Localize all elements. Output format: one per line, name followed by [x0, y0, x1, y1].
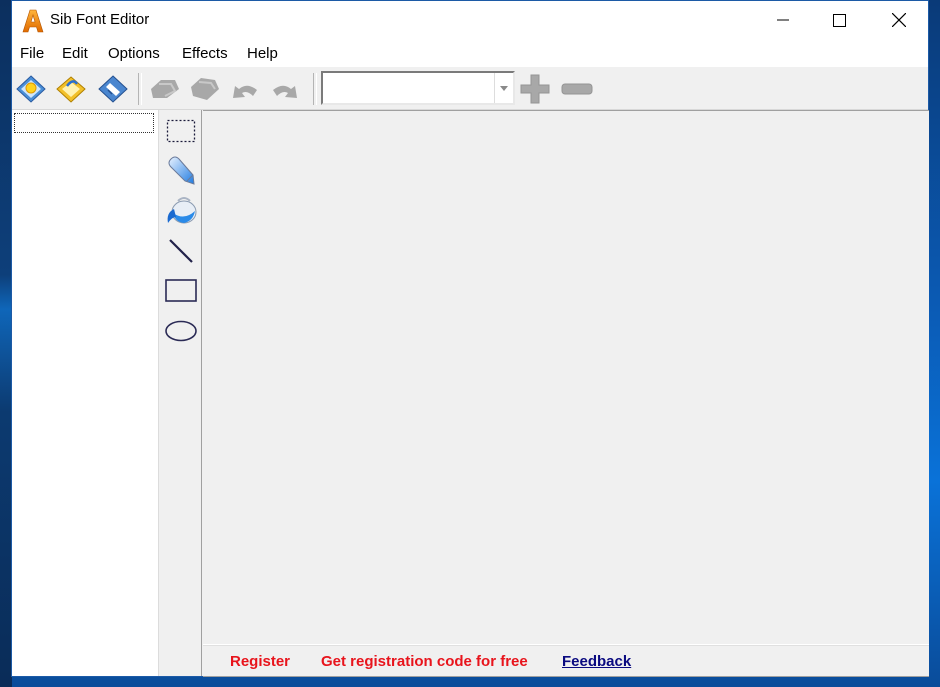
- undo-button[interactable]: [228, 73, 262, 105]
- menu-options[interactable]: Options: [108, 45, 160, 62]
- close-icon: [892, 13, 906, 27]
- zoom-in-button[interactable]: [518, 73, 552, 105]
- toolbar-separator: [313, 73, 317, 105]
- menu-edit[interactable]: Edit: [62, 45, 88, 62]
- menu-effects[interactable]: Effects: [182, 45, 228, 62]
- redo-button[interactable]: [268, 73, 302, 105]
- paste-icon: [191, 78, 219, 100]
- open-button[interactable]: [54, 73, 88, 105]
- copy-icon: [151, 80, 179, 98]
- menu-bar: File Edit Options Effects Help: [12, 39, 928, 67]
- close-button[interactable]: [870, 1, 928, 39]
- app-logo-icon: [22, 9, 44, 33]
- pencil-icon: [168, 156, 195, 185]
- plus-icon: [520, 74, 550, 104]
- minimize-icon: [777, 19, 789, 21]
- window-title: Sib Font Editor: [50, 11, 150, 28]
- status-bar: Register Get registration code for free …: [203, 644, 929, 677]
- save-button[interactable]: [96, 73, 130, 105]
- tool-line[interactable]: [164, 234, 198, 268]
- copy-button[interactable]: [148, 73, 182, 105]
- tool-pencil[interactable]: [164, 154, 198, 188]
- tool-select[interactable]: [164, 114, 198, 148]
- tool-ellipse[interactable]: [164, 314, 198, 348]
- select-rect-icon: [166, 119, 196, 143]
- zoom-out-button[interactable]: [560, 73, 594, 105]
- minus-icon: [561, 83, 593, 95]
- open-folder-icon: [56, 76, 86, 103]
- menu-file[interactable]: File: [20, 45, 44, 62]
- tool-rectangle[interactable]: [164, 274, 198, 308]
- minimize-button[interactable]: [754, 1, 812, 39]
- undo-icon: [233, 85, 257, 98]
- ellipse-icon: [165, 320, 197, 342]
- rectangle-icon: [165, 279, 197, 302]
- get-registration-code-link[interactable]: Get registration code for free: [321, 653, 528, 670]
- new-file-icon: [16, 75, 46, 103]
- paste-button[interactable]: [188, 73, 222, 105]
- paint-bucket-icon: [167, 197, 197, 224]
- chevron-down-icon: [500, 85, 508, 91]
- toolbar-separator: [138, 73, 142, 105]
- maximize-button[interactable]: [810, 1, 868, 39]
- combo-dropdown-button[interactable]: [494, 73, 513, 103]
- redo-icon: [273, 85, 297, 98]
- app-window: Sib Font Editor File Edit Options Effect…: [11, 0, 929, 677]
- feedback-link[interactable]: Feedback: [562, 653, 631, 670]
- new-button[interactable]: [14, 73, 48, 105]
- editor-canvas[interactable]: [203, 110, 929, 645]
- register-link[interactable]: Register: [230, 653, 290, 670]
- tool-palette: [159, 110, 202, 676]
- menu-help[interactable]: Help: [247, 45, 278, 62]
- font-size-combo[interactable]: [321, 71, 515, 105]
- list-item-focused[interactable]: [14, 113, 154, 133]
- tool-fill[interactable]: [164, 194, 198, 228]
- line-icon: [169, 239, 193, 263]
- save-disk-icon: [98, 75, 128, 103]
- glyph-list[interactable]: [12, 110, 159, 676]
- maximize-icon: [832, 13, 846, 27]
- title-bar: Sib Font Editor: [12, 1, 928, 39]
